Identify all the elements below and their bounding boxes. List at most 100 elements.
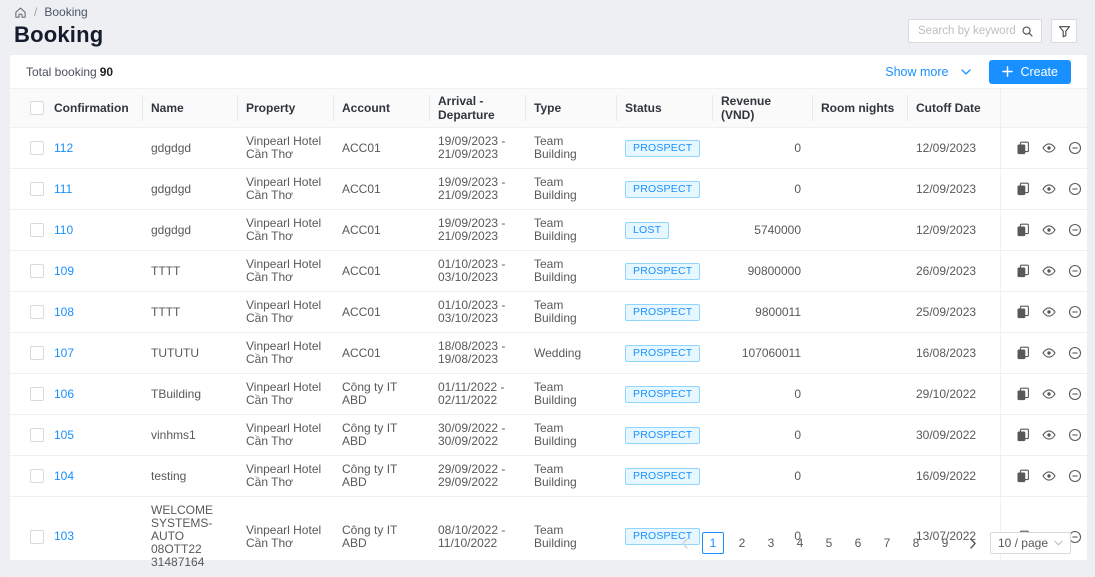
booking-name: gdgdgd — [143, 169, 238, 210]
page-size-select[interactable]: 10 / page — [990, 532, 1071, 554]
confirmation-link[interactable]: 103 — [54, 529, 74, 543]
minus-circle-icon[interactable] — [1068, 264, 1082, 278]
booking-arrival-departure: 01/10/2023 - 03/10/2023 — [430, 292, 526, 333]
filter-button[interactable] — [1051, 19, 1077, 43]
page-button-4[interactable]: 4 — [789, 532, 811, 554]
minus-circle-icon[interactable] — [1068, 428, 1082, 442]
booking-type: Team Building — [526, 169, 617, 210]
booking-type: Team Building — [526, 456, 617, 497]
column-header-confirmation: Confirmation — [46, 89, 143, 128]
eye-icon[interactable] — [1042, 141, 1056, 155]
confirmation-link[interactable]: 109 — [54, 264, 74, 278]
minus-circle-icon[interactable] — [1068, 305, 1082, 319]
eye-icon[interactable] — [1042, 182, 1056, 196]
show-more-link[interactable]: Show more — [885, 65, 971, 79]
booking-arrival-departure: 30/09/2022 - 30/09/2022 — [430, 415, 526, 456]
page-button-7[interactable]: 7 — [876, 532, 898, 554]
select-all-checkbox[interactable] — [30, 101, 44, 115]
booking-revenue: 9800011 — [713, 292, 813, 333]
page-button-3[interactable]: 3 — [760, 532, 782, 554]
table-row: 104 testing Vinpearl Hotel Cần Thơ Công … — [10, 456, 1087, 497]
booking-room-nights — [813, 415, 908, 456]
confirmation-link[interactable]: 105 — [54, 428, 74, 442]
eye-icon[interactable] — [1042, 305, 1056, 319]
table-row: 109 TTTT Vinpearl Hotel Cần Thơ ACC01 01… — [10, 251, 1087, 292]
booking-arrival-departure: 08/10/2022 - 11/10/2022 — [430, 497, 526, 577]
prev-page-button[interactable] — [675, 532, 695, 554]
eye-icon[interactable] — [1042, 264, 1056, 278]
show-more-label: Show more — [885, 65, 948, 79]
column-header-status: Status — [617, 89, 713, 128]
page-button-5[interactable]: 5 — [818, 532, 840, 554]
booking-cutoff-date: 30/09/2022 — [908, 415, 1000, 456]
booking-arrival-departure: 01/11/2022 - 02/11/2022 — [430, 374, 526, 415]
table-row: 107 TUTUTU Vinpearl Hotel Cần Thơ ACC01 … — [10, 333, 1087, 374]
card-toolbar: Total booking90 Show more Create — [10, 55, 1087, 88]
minus-circle-icon[interactable] — [1068, 346, 1082, 360]
minus-circle-icon[interactable] — [1068, 387, 1082, 401]
copy-icon[interactable] — [1016, 469, 1030, 483]
booking-name: gdgdgd — [143, 210, 238, 251]
total-booking-label: Total booking — [26, 65, 97, 79]
minus-circle-icon[interactable] — [1068, 182, 1082, 196]
confirmation-link[interactable]: 107 — [54, 346, 74, 360]
copy-icon[interactable] — [1016, 264, 1030, 278]
row-checkbox[interactable] — [30, 346, 44, 360]
table-header-row: Confirmation Name Property Account Arriv… — [10, 89, 1087, 128]
eye-icon[interactable] — [1042, 223, 1056, 237]
copy-icon[interactable] — [1016, 387, 1030, 401]
eye-icon[interactable] — [1042, 469, 1056, 483]
copy-icon[interactable] — [1016, 182, 1030, 196]
copy-icon[interactable] — [1016, 223, 1030, 237]
booking-cutoff-date: 29/10/2022 — [908, 374, 1000, 415]
copy-icon[interactable] — [1016, 305, 1030, 319]
eye-icon[interactable] — [1042, 346, 1056, 360]
booking-property: Vinpearl Hotel Cần Thơ — [238, 128, 334, 169]
booking-name: TUTUTU — [143, 333, 238, 374]
row-checkbox[interactable] — [30, 141, 44, 155]
chevron-left-icon — [681, 538, 689, 549]
funnel-icon — [1058, 25, 1071, 38]
booking-property: Vinpearl Hotel Cần Thơ — [238, 292, 334, 333]
row-checkbox[interactable] — [30, 305, 44, 319]
minus-circle-icon[interactable] — [1068, 469, 1082, 483]
copy-icon[interactable] — [1016, 428, 1030, 442]
status-badge: PROSPECT — [625, 304, 700, 321]
page-button-8[interactable]: 8 — [905, 532, 927, 554]
confirmation-link[interactable]: 106 — [54, 387, 74, 401]
create-button[interactable]: Create — [989, 60, 1071, 84]
row-checkbox[interactable] — [30, 264, 44, 278]
row-checkbox[interactable] — [30, 428, 44, 442]
chevron-down-icon — [1054, 540, 1063, 546]
search-icon[interactable] — [1021, 25, 1034, 38]
row-checkbox[interactable] — [30, 387, 44, 401]
booking-cutoff-date: 16/08/2023 — [908, 333, 1000, 374]
minus-circle-icon[interactable] — [1068, 223, 1082, 237]
confirmation-link[interactable]: 104 — [54, 469, 74, 483]
booking-revenue: 5740000 — [713, 210, 813, 251]
home-icon[interactable] — [14, 6, 27, 19]
page-button-6[interactable]: 6 — [847, 532, 869, 554]
next-page-button[interactable] — [963, 532, 983, 554]
row-checkbox[interactable] — [30, 530, 44, 544]
confirmation-link[interactable]: 111 — [54, 182, 72, 196]
copy-icon[interactable] — [1016, 141, 1030, 155]
copy-icon[interactable] — [1016, 346, 1030, 360]
confirmation-link[interactable]: 108 — [54, 305, 74, 319]
breadcrumb-separator: / — [34, 5, 37, 19]
page-button-2[interactable]: 2 — [731, 532, 753, 554]
minus-circle-icon[interactable] — [1068, 141, 1082, 155]
page-button-9[interactable]: 9 — [934, 532, 956, 554]
booking-revenue: 0 — [713, 374, 813, 415]
row-checkbox[interactable] — [30, 469, 44, 483]
search-input[interactable] — [916, 24, 1017, 38]
confirmation-link[interactable]: 112 — [54, 141, 73, 155]
eye-icon[interactable] — [1042, 387, 1056, 401]
confirmation-link[interactable]: 110 — [54, 223, 73, 237]
row-checkbox[interactable] — [30, 223, 44, 237]
booking-account: ACC01 — [334, 169, 430, 210]
page-button-1[interactable]: 1 — [702, 532, 724, 554]
eye-icon[interactable] — [1042, 428, 1056, 442]
row-checkbox[interactable] — [30, 182, 44, 196]
booking-account: ACC01 — [334, 251, 430, 292]
